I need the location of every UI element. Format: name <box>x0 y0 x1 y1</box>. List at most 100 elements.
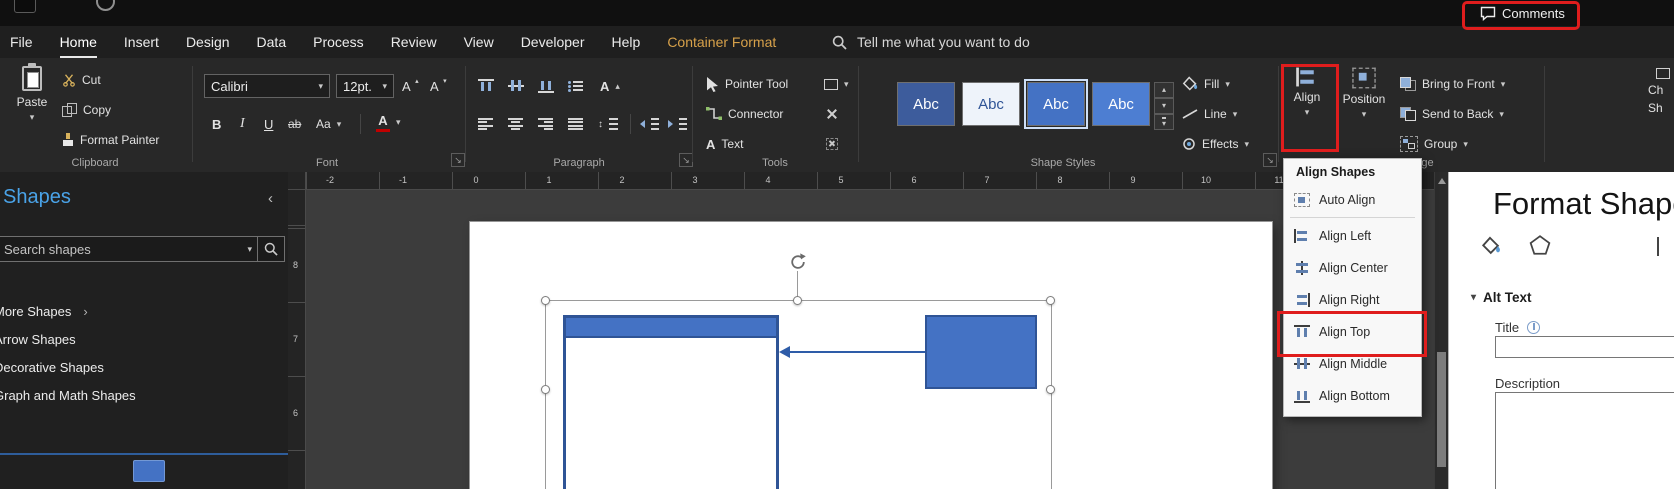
underline-button[interactable]: U <box>264 112 273 136</box>
vertical-scrollbar[interactable] <box>1434 172 1448 489</box>
tab-container-format[interactable]: Container Format <box>667 26 776 58</box>
shape-style-tile-3[interactable]: Abc <box>1024 79 1088 129</box>
connection-point-tool-button[interactable] <box>826 102 838 126</box>
shape-style-tile-4[interactable]: Abc <box>1092 82 1150 126</box>
rectangle-shape[interactable] <box>925 315 1037 389</box>
tab-help[interactable]: Help <box>612 26 641 58</box>
text-tool-button[interactable]: A Text <box>706 132 743 156</box>
effects-button[interactable]: Effects ▾ <box>1182 132 1249 156</box>
search-button[interactable] <box>258 242 284 256</box>
send-to-back-button[interactable]: Send to Back ▾ <box>1400 102 1504 126</box>
connector-arrow[interactable] <box>790 351 925 353</box>
bullets-button[interactable] <box>568 74 583 98</box>
grow-font-button[interactable]: A ▴ <box>402 74 419 98</box>
gallery-down-button[interactable]: ▾ <box>1154 98 1174 114</box>
stencil-shape-thumbnail[interactable] <box>133 460 165 482</box>
sidebar-item-graph-math-shapes[interactable]: Graph and Math Shapes <box>0 382 288 409</box>
align-right-button[interactable] <box>538 112 553 136</box>
menu-item-align-top[interactable]: Align Top <box>1284 316 1421 348</box>
chevron-down-icon[interactable]: ▾ <box>242 244 257 254</box>
bold-button[interactable]: B <box>212 112 221 136</box>
menu-item-align-middle[interactable]: Align Middle <box>1284 348 1421 380</box>
collapse-panel-button[interactable]: ‹ <box>268 190 273 207</box>
menu-item-align-bottom[interactable]: Align Bottom <box>1284 380 1421 412</box>
font-dialog-launcher[interactable]: ↘ <box>451 153 465 167</box>
scrollbar-thumb[interactable] <box>1437 352 1446 467</box>
font-color-button[interactable]: A ▾ <box>376 110 401 134</box>
selection-handle-middle-left[interactable] <box>541 385 550 394</box>
tell-me-search[interactable]: Tell me what you want to do <box>832 26 1030 58</box>
shrink-font-button[interactable]: A ▾ <box>430 74 447 98</box>
position-button[interactable]: Position ▾ <box>1336 66 1392 119</box>
paragraph-dialog-launcher[interactable]: ↘ <box>679 153 693 167</box>
description-input[interactable] <box>1495 392 1674 489</box>
fill-button[interactable]: Fill ▾ <box>1182 72 1230 96</box>
italic-button[interactable]: I <box>240 112 245 136</box>
text-direction-button[interactable]: A ▴ <box>600 74 620 98</box>
line-spacing-button[interactable]: ↕ <box>598 112 618 136</box>
align-text-bottom-button[interactable] <box>538 74 554 98</box>
align-text-middle-button[interactable] <box>508 74 524 98</box>
menu-item-align-left[interactable]: Align Left <box>1284 220 1421 252</box>
selection-handle-top-left[interactable] <box>541 296 550 305</box>
tab-review[interactable]: Review <box>391 26 437 58</box>
font-size-combo[interactable]: 12pt. ▾ <box>336 74 394 98</box>
selection-handle-middle-right[interactable] <box>1046 385 1055 394</box>
rectangle-tool-button[interactable]: ▾ <box>824 72 849 96</box>
change-shape-button[interactable]: Ch Sh <box>1648 68 1674 115</box>
justify-button[interactable] <box>568 112 583 136</box>
line-button[interactable]: Line ▾ <box>1182 102 1237 126</box>
format-painter-button[interactable]: Format Painter <box>62 128 159 152</box>
strikethrough-button[interactable]: ab <box>288 112 301 136</box>
copy-button[interactable]: Copy <box>62 98 111 122</box>
align-text-top-button[interactable] <box>478 74 494 98</box>
align-left-button[interactable] <box>478 112 493 136</box>
shape-styles-dialog-launcher[interactable]: ↘ <box>1263 153 1277 167</box>
tab-file[interactable]: File <box>10 26 33 58</box>
menu-item-align-center[interactable]: Align Center <box>1284 252 1421 284</box>
sidebar-item-more-shapes[interactable]: More Shapes › <box>0 298 288 325</box>
tab-developer[interactable]: Developer <box>521 26 585 58</box>
cut-button[interactable]: Cut <box>62 68 101 92</box>
align-center-button[interactable] <box>508 112 523 136</box>
change-case-button[interactable]: Aa ▾ <box>316 112 341 136</box>
textbox-tab-icon[interactable] <box>1657 237 1659 256</box>
tab-design[interactable]: Design <box>186 26 230 58</box>
tab-home[interactable]: Home <box>60 26 97 58</box>
shape-style-tile-1[interactable]: Abc <box>897 82 955 126</box>
drawing-page[interactable] <box>470 222 1272 489</box>
tab-process[interactable]: Process <box>313 26 364 58</box>
container-shape[interactable] <box>563 315 779 489</box>
sidebar-item-decorative-shapes[interactable]: Decorative Shapes <box>0 354 288 381</box>
effects-tab-icon[interactable] <box>1529 234 1551 256</box>
bring-to-front-button[interactable]: Bring to Front ▾ <box>1400 72 1505 96</box>
align-button[interactable]: Align ▾ <box>1284 66 1330 117</box>
gallery-up-button[interactable]: ▴ <box>1154 82 1174 98</box>
alt-text-section-header[interactable]: ▾ Alt Text <box>1471 290 1532 305</box>
menu-item-align-right[interactable]: Align Right <box>1284 284 1421 316</box>
scroll-up-arrow[interactable] <box>1438 178 1446 184</box>
selection-handle-top-right[interactable] <box>1046 296 1055 305</box>
font-family-combo[interactable]: Calibri ▾ <box>204 74 330 98</box>
rotation-handle[interactable] <box>788 252 808 272</box>
increase-indent-button[interactable] <box>668 112 687 136</box>
group-button[interactable]: Group ▾ <box>1400 132 1468 156</box>
connector-tool-button[interactable]: Connector <box>706 102 783 126</box>
search-shapes-input[interactable] <box>0 241 243 257</box>
alt-title-input[interactable] <box>1495 336 1674 358</box>
decrease-indent-button[interactable] <box>640 112 659 136</box>
pointer-tool-button[interactable]: Pointer Tool <box>706 72 788 96</box>
info-icon[interactable] <box>1527 321 1541 334</box>
paste-button[interactable]: Paste ▾ <box>10 63 54 122</box>
gallery-more-button[interactable]: ▾ <box>1154 114 1174 130</box>
shape-style-tile-2[interactable]: Abc <box>962 82 1020 126</box>
menu-item-auto-align[interactable]: Auto Align <box>1284 185 1421 215</box>
fill-line-tab-icon[interactable] <box>1481 236 1501 256</box>
tab-data[interactable]: Data <box>257 26 287 58</box>
comments-button[interactable]: Comments <box>1480 3 1565 23</box>
connection-point-button[interactable] <box>826 132 838 156</box>
tab-view[interactable]: View <box>464 26 494 58</box>
selection-handle-top-middle[interactable] <box>793 296 802 305</box>
tab-insert[interactable]: Insert <box>124 26 159 58</box>
sidebar-item-arrow-shapes[interactable]: Arrow Shapes <box>0 326 288 353</box>
